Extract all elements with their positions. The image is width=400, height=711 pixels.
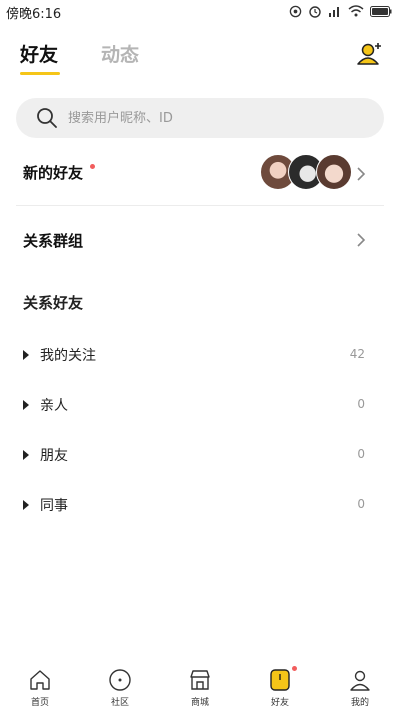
new-friends-badge: [90, 164, 95, 169]
signal-icon: [329, 7, 339, 17]
expand-arrow-icon: [23, 350, 29, 360]
new-friends-label: 新的好友: [23, 164, 84, 182]
expand-arrow-icon: [23, 500, 29, 510]
expand-arrow-icon: [23, 400, 29, 410]
battery-icon: [370, 5, 392, 17]
friends-icon: [270, 669, 290, 691]
status-time: 傍晚6:16: [6, 7, 62, 22]
bottom-nav: 首页 社区 商城 好友 我的: [0, 660, 400, 711]
search-input[interactable]: [68, 98, 368, 138]
new-friends-avatars: [260, 154, 352, 190]
new-friends-row[interactable]: 新的好友: [0, 150, 400, 198]
list-item-label: 我的关注: [40, 348, 96, 364]
nav-friends[interactable]: 好友: [240, 660, 320, 711]
person-icon: [350, 670, 370, 691]
home-icon: [30, 670, 50, 690]
nav-label: 首页: [30, 698, 49, 708]
nav-home[interactable]: 首页: [0, 660, 80, 711]
list-item-count: 0: [357, 397, 365, 411]
search-icon: [37, 108, 57, 128]
list-item-colleagues[interactable]: 同事 0: [0, 490, 400, 520]
list-item-label: 亲人: [40, 398, 68, 414]
nav-label: 好友: [270, 698, 289, 708]
nav-label: 商城: [190, 698, 209, 708]
nav-mine[interactable]: 我的: [320, 660, 400, 711]
hotspot-icon: [289, 5, 302, 17]
list-item-count: 0: [357, 447, 365, 461]
tab-friends[interactable]: 好友: [20, 40, 58, 67]
store-icon: [190, 670, 210, 690]
list-item-following[interactable]: 我的关注 42: [0, 340, 400, 370]
list-item-friends[interactable]: 朋友 0: [0, 440, 400, 470]
relation-groups-label: 关系群组: [23, 232, 84, 250]
active-tab-indicator: [20, 72, 60, 75]
status-bar: 傍晚6:16: [0, 0, 400, 22]
nav-label: 社区: [110, 698, 129, 708]
expand-arrow-icon: [23, 450, 29, 460]
nav-community[interactable]: 社区: [80, 660, 160, 711]
nav-label: 我的: [350, 698, 369, 708]
community-icon: [109, 669, 131, 691]
list-item-family[interactable]: 亲人 0: [0, 390, 400, 420]
wifi-icon: [348, 5, 364, 17]
avatar: [316, 154, 352, 190]
list-item-count: 0: [357, 497, 365, 511]
list-item-label: 朋友: [40, 448, 68, 464]
relation-friends-heading: 关系好友: [23, 294, 84, 312]
tab-moments[interactable]: 动态: [101, 40, 139, 67]
chevron-right-icon: [357, 167, 366, 181]
top-tabs: 好友 动态: [0, 40, 400, 80]
chevron-right-icon: [357, 233, 366, 247]
list-item-count: 42: [349, 347, 365, 361]
divider: [16, 205, 384, 206]
list-item-label: 同事: [40, 498, 68, 514]
search-bar: [16, 98, 384, 138]
nav-friends-badge: [292, 666, 297, 671]
status-icons: [289, 4, 392, 18]
add-friend-button[interactable]: [356, 40, 384, 68]
add-user-icon: [357, 43, 381, 65]
alarm-icon: [309, 6, 321, 18]
nav-mall[interactable]: 商城: [160, 660, 240, 711]
relation-groups-row[interactable]: 关系群组: [0, 222, 400, 256]
